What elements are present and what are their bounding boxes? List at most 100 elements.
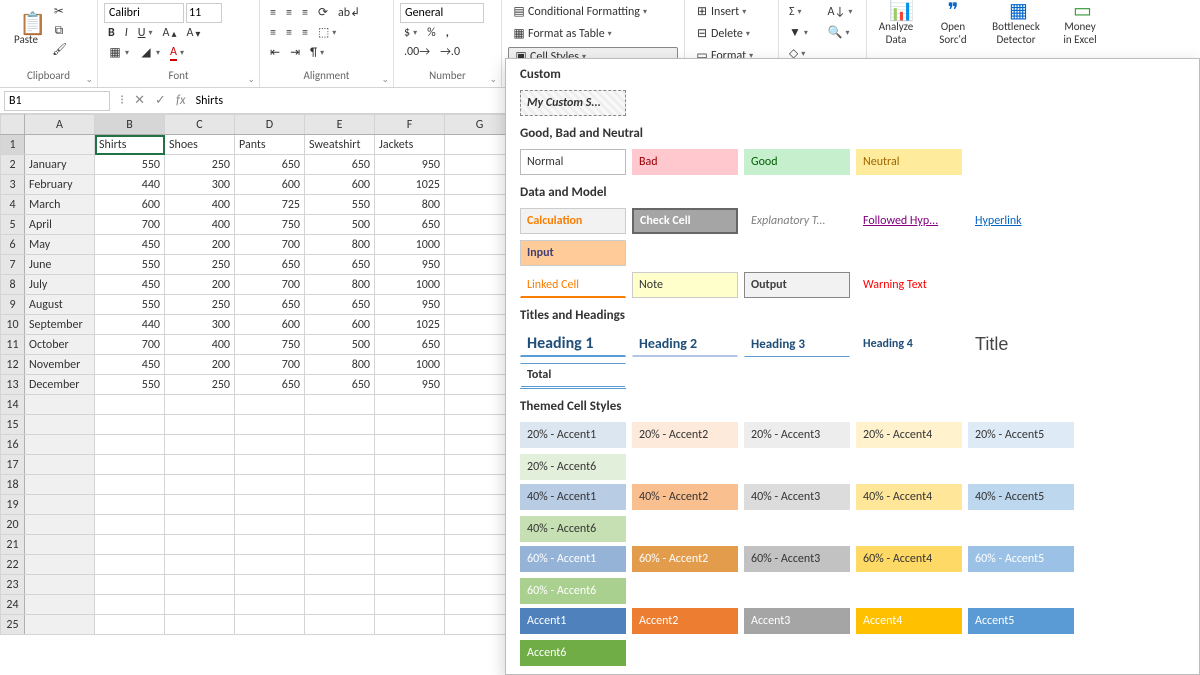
cell[interactable]: 800 [305, 355, 375, 375]
cell[interactable]: 550 [95, 295, 165, 315]
cell[interactable]: 700 [235, 235, 305, 255]
style-input[interactable]: Input [520, 240, 626, 266]
style-accent4-100[interactable]: Accent4 [856, 608, 962, 634]
cell[interactable] [375, 395, 445, 415]
paste-button[interactable]: 📋 Paste [6, 13, 46, 50]
style-accent5-20[interactable]: 20% - Accent5 [968, 422, 1074, 448]
cell[interactable] [305, 595, 375, 615]
cell[interactable]: Shoes [165, 135, 235, 155]
row-header[interactable]: 1 [1, 135, 25, 155]
align-center-button[interactable]: ≡ [282, 23, 296, 42]
row-header[interactable]: 10 [1, 315, 25, 335]
cell[interactable]: 650 [235, 295, 305, 315]
cell[interactable] [445, 435, 515, 455]
cell[interactable] [445, 295, 515, 315]
accept-entry-button[interactable]: ✓ [155, 93, 166, 108]
align-right-button[interactable]: ≡ [298, 23, 312, 42]
cell[interactable]: 500 [305, 335, 375, 355]
cell[interactable] [235, 395, 305, 415]
cell[interactable] [25, 135, 95, 155]
cell[interactable]: December [25, 375, 95, 395]
cell[interactable] [445, 355, 515, 375]
cell[interactable]: October [25, 335, 95, 355]
cell[interactable]: 650 [375, 215, 445, 235]
cell[interactable] [95, 595, 165, 615]
copy-button[interactable]: ⧉ [48, 22, 70, 40]
cell[interactable]: 300 [165, 315, 235, 335]
autosum-button[interactable]: Σ▾ [785, 3, 822, 21]
cell[interactable]: 250 [165, 375, 235, 395]
cell[interactable] [165, 615, 235, 635]
style-accent5-60[interactable]: 60% - Accent5 [968, 546, 1074, 572]
cell[interactable]: March [25, 195, 95, 215]
cell[interactable]: 950 [375, 255, 445, 275]
style-accent3-60[interactable]: 60% - Accent3 [744, 546, 850, 572]
cell[interactable] [375, 455, 445, 475]
border-button[interactable]: ▦▾ [104, 43, 133, 63]
cell[interactable] [375, 595, 445, 615]
cell[interactable]: 440 [95, 175, 165, 195]
cell[interactable] [445, 195, 515, 215]
row-header[interactable]: 7 [1, 255, 25, 275]
cell[interactable] [25, 455, 95, 475]
format-painter-button[interactable]: 🖌 [48, 41, 70, 59]
cell[interactable] [445, 255, 515, 275]
style-linked-cell[interactable]: Linked Cell [520, 272, 626, 298]
cell[interactable] [95, 475, 165, 495]
cell[interactable] [95, 575, 165, 595]
style-heading-4[interactable]: Heading 4 [856, 331, 962, 357]
cell[interactable] [305, 515, 375, 535]
style-title[interactable]: Title [968, 331, 1074, 357]
row-header[interactable]: 15 [1, 415, 25, 435]
cell[interactable]: 700 [235, 275, 305, 295]
cell[interactable] [165, 535, 235, 555]
cell[interactable] [235, 495, 305, 515]
row-header[interactable]: 11 [1, 335, 25, 355]
col-header[interactable]: B [95, 115, 165, 135]
cell[interactable] [445, 595, 515, 615]
style-accent5-100[interactable]: Accent5 [968, 608, 1074, 634]
cell[interactable] [95, 495, 165, 515]
col-header[interactable]: E [305, 115, 375, 135]
cell[interactable]: 550 [305, 195, 375, 215]
cell[interactable]: 750 [235, 335, 305, 355]
style-bad[interactable]: Bad [632, 149, 738, 175]
cell[interactable]: 400 [165, 195, 235, 215]
cell[interactable]: 700 [235, 355, 305, 375]
cell[interactable]: 400 [165, 335, 235, 355]
cell[interactable]: June [25, 255, 95, 275]
cell[interactable]: 200 [165, 235, 235, 255]
style-heading-1[interactable]: Heading 1 [520, 331, 626, 357]
cell[interactable] [445, 215, 515, 235]
outdent-button[interactable]: ⇤ [266, 43, 284, 62]
row-header[interactable]: 24 [1, 595, 25, 615]
cell[interactable] [95, 455, 165, 475]
cell[interactable] [165, 415, 235, 435]
cell[interactable] [305, 435, 375, 455]
row-header[interactable]: 22 [1, 555, 25, 575]
style-accent6-20[interactable]: 20% - Accent6 [520, 454, 626, 480]
conditional-formatting-button[interactable]: ▤Conditional Formatting▾ [508, 3, 678, 21]
cell[interactable] [445, 175, 515, 195]
cell[interactable] [25, 475, 95, 495]
cell[interactable]: Jackets [375, 135, 445, 155]
number-format-select[interactable] [400, 3, 484, 23]
style-accent4-40[interactable]: 40% - Accent4 [856, 484, 962, 510]
style-good[interactable]: Good [744, 149, 850, 175]
cell[interactable] [445, 155, 515, 175]
cell[interactable] [165, 555, 235, 575]
decrease-decimal-button[interactable]: →.0 [436, 43, 464, 61]
font-name-select[interactable] [104, 3, 184, 23]
cell[interactable]: 600 [95, 195, 165, 215]
row-header[interactable]: 25 [1, 615, 25, 635]
row-header[interactable]: 18 [1, 475, 25, 495]
cell[interactable] [305, 475, 375, 495]
comma-button[interactable]: , [442, 24, 453, 42]
style-accent1-60[interactable]: 60% - Accent1 [520, 546, 626, 572]
cell[interactable] [445, 455, 515, 475]
wrap-text-button[interactable]: ab↲ [334, 3, 364, 22]
cell[interactable] [95, 535, 165, 555]
cell[interactable] [445, 495, 515, 515]
fx-button[interactable]: fx [176, 93, 186, 108]
cell[interactable] [305, 535, 375, 555]
